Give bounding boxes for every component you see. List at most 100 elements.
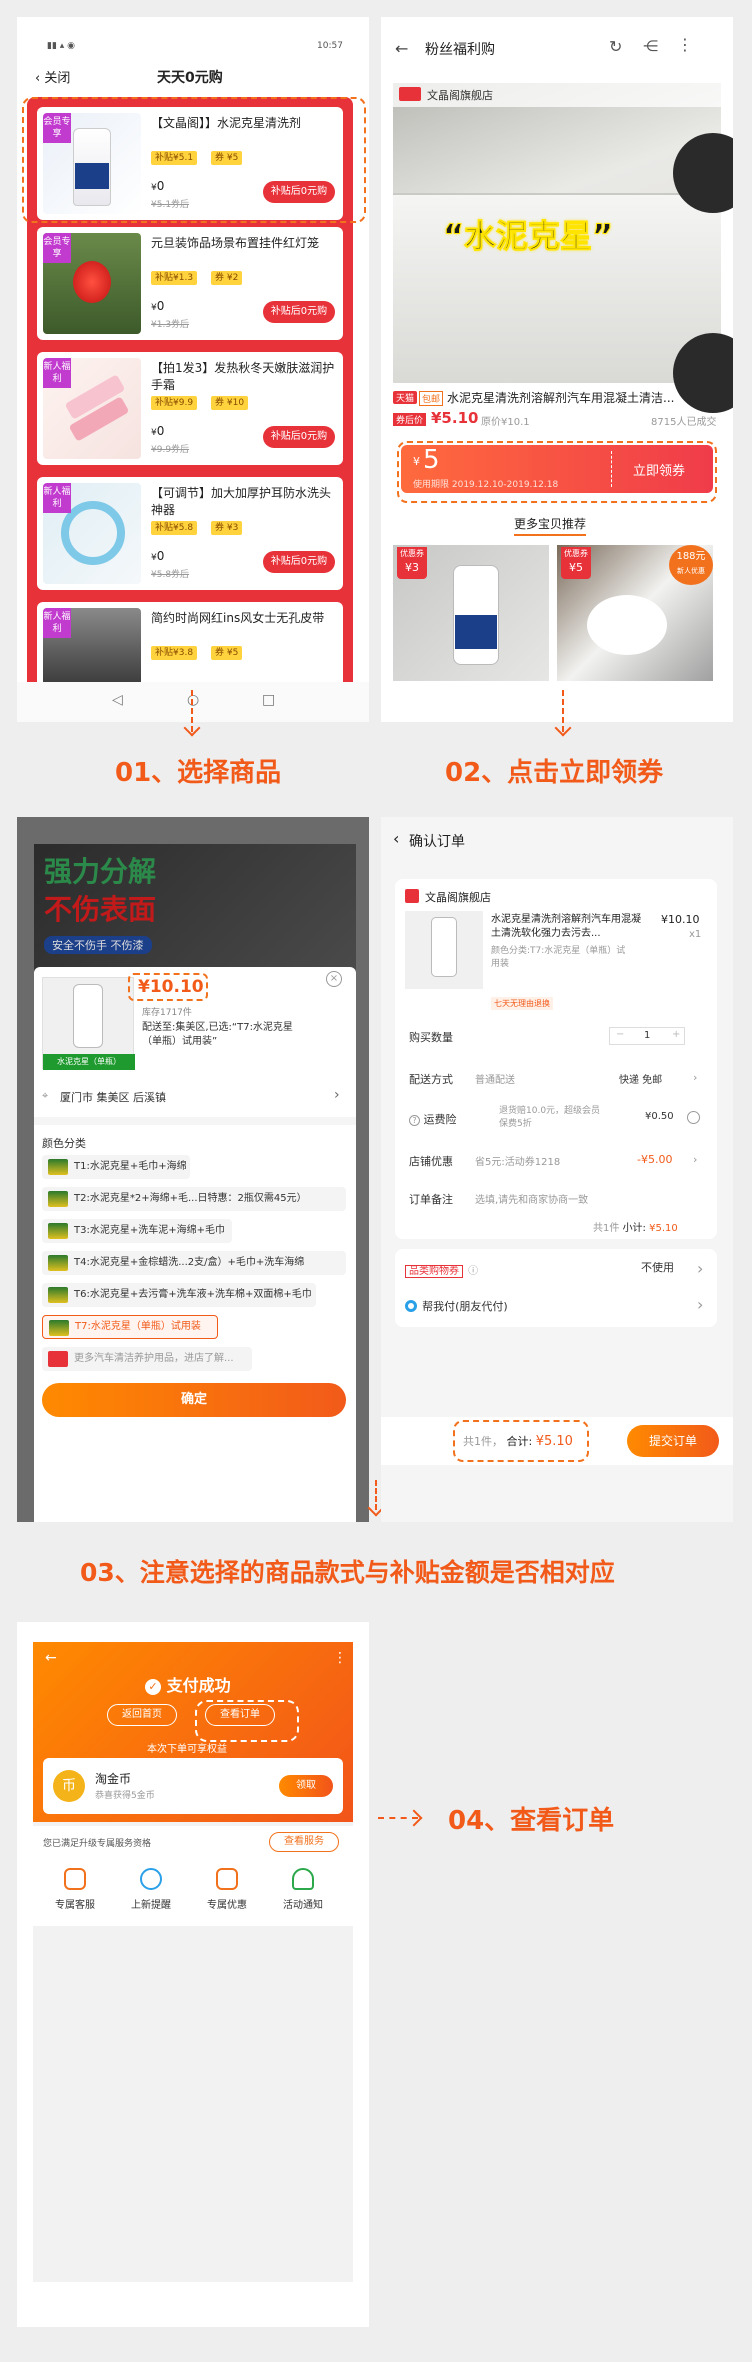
buy-button[interactable]: 补贴后0元购 <box>263 551 335 573</box>
coupon-label: 券 <box>215 273 225 283</box>
submit-order-button[interactable]: 提交订单 <box>627 1425 719 1457</box>
sku-option[interactable]: T3:水泥克星+洗车泥+海绵+毛巾 <box>42 1219 232 1243</box>
more-icon[interactable]: ⋮ <box>333 1650 347 1666</box>
discount-label: 店铺优惠 <box>409 1155 453 1168</box>
coupon-price: ¥5.10 <box>431 409 479 427</box>
buy-button[interactable]: 补贴后0元购 <box>263 301 335 323</box>
discount-price: -¥5.00 <box>637 1153 673 1166</box>
thumb-tag: 水泥克星（单瓶） <box>43 1054 135 1070</box>
shipping-value: 普通配送 <box>475 1075 515 1086</box>
step-4-label: 04、查看订单 <box>448 1806 615 1836</box>
subtotal-label: 小计: <box>622 1223 646 1234</box>
quantity-stepper[interactable]: − 1 + <box>609 1027 685 1045</box>
service-label: 专属客服 <box>55 1900 95 1911</box>
insurance-price: ¥0.50 <box>645 1111 674 1122</box>
product-card[interactable]: 新人福利 简约时尚网红ins风女士无孔皮带 补贴¥3.8 券 ¥5 <box>37 602 343 692</box>
sku-option[interactable]: T2:水泥克星*2+海绵+毛...日特惠：2瓶仅需45元） <box>42 1187 346 1211</box>
claim-coin-button[interactable]: 领取 <box>279 1775 333 1797</box>
section-label: 颜色分类 <box>42 1137 86 1150</box>
back-arrow-icon[interactable]: ← <box>45 1650 57 1666</box>
note-input[interactable]: 选填,请先和商家协商一致 <box>475 1191 588 1206</box>
chevron-right-icon: › <box>697 1259 704 1278</box>
panel-confirm-order: ‹ 确认订单 文晶阁旗舰店 水泥克星清洗剂溶解剂汽车用混凝土清洗软化强力去污去.… <box>381 817 733 1522</box>
buy-button[interactable]: 补贴后0元购 <box>263 426 335 448</box>
nav-recent-icon[interactable]: □ <box>262 692 275 708</box>
sku-sheet: 水泥克星（单瓶） ¥10.10 库存1717件 配送至:集美区,已选:“T7:水… <box>34 967 356 1522</box>
recommend-item[interactable]: 优惠券 ¥5 188元 新人优惠 <box>557 545 713 681</box>
insurance-row[interactable]: ? 运费险 退货赔10.0元，超级会员保费5折 ¥0.50 <box>409 1106 709 1129</box>
note-row[interactable]: 订单备注 选填,请先和商家协商一致 <box>409 1191 709 1207</box>
sku-option[interactable]: 更多汽车清洁养护用品，进店了解... <box>42 1347 252 1371</box>
banner-tag: 安全不伤手 不伤漆 <box>44 936 152 954</box>
sku-price: ¥10.10 <box>138 977 204 997</box>
product-image: 会员专享 <box>43 233 141 334</box>
coin-card[interactable]: 币 淘金币 恭喜获得5金币 领取 <box>43 1758 343 1814</box>
radio-icon[interactable] <box>687 1111 700 1124</box>
price-value: 0 <box>156 299 165 313</box>
back-label: 关闭 <box>44 71 71 86</box>
discount-row[interactable]: 店铺优惠 省5元:活动券1218 -¥5.00 › <box>409 1153 709 1169</box>
close-icon[interactable]: × <box>326 971 342 987</box>
share-icon[interactable]: ⋲ <box>643 37 658 55</box>
page-title: 确认订单 <box>409 834 465 850</box>
product-card[interactable]: 新人福利 【可调节】加大加厚护耳防水洗头神器 补贴¥5.8 券 ¥3 ¥0 ¥5… <box>37 477 343 590</box>
coupon-badge-value: ¥3 <box>405 561 419 574</box>
ship-note: 配送至:集美区,已选:“T7:水泥克星（单瓶）试用装” <box>142 1022 293 1047</box>
sku-option-label: 更多汽车清洁养护用品，进店了解... <box>74 1353 234 1364</box>
service-item[interactable]: 上新提醒 <box>121 1868 181 1911</box>
confirm-button[interactable]: 确定 <box>42 1383 346 1417</box>
foam-shape <box>587 595 667 655</box>
plus-icon[interactable]: + <box>672 1029 680 1040</box>
sku-option-icon <box>48 1255 68 1271</box>
service-item[interactable]: 活动通知 <box>273 1868 333 1911</box>
product-card[interactable]: 会员专享 元旦装饰品场景布置挂件红灯笼 补贴¥1.3 券 ¥2 ¥0 ¥1.3券… <box>37 227 343 340</box>
friend-pay-row[interactable]: 帮我付(朋友代付) › <box>405 1295 707 1314</box>
location-pin-icon: ⌖ <box>42 1089 49 1102</box>
sku-option[interactable]: T1:水泥克星+毛巾+海绵 <box>42 1155 190 1179</box>
service-label: 专属优惠 <box>207 1900 247 1911</box>
sku-option[interactable]: T6:水泥克星+去污膏+洗车液+洗车棉+双面棉+毛巾 <box>42 1283 316 1307</box>
product-banner: 文晶阁旗舰店 “水泥克星” <box>393 83 733 413</box>
refresh-icon[interactable]: ↻ <box>609 37 622 56</box>
sku-thumbnail: 水泥克星（单瓶） <box>42 977 135 1070</box>
chat-icon <box>64 1868 86 1890</box>
product-card[interactable]: 新人福利 【拍1发3】发热秋冬天嫩肤滋润护手霜 补贴¥9.9 券 ¥10 ¥0 … <box>37 352 343 465</box>
more-icon[interactable]: ⋮ <box>677 35 693 54</box>
price: ¥0 <box>151 424 165 438</box>
service-item[interactable]: 专属优惠 <box>197 1868 257 1911</box>
product-banner: 强力分解 不伤表面 安全不伤手 不伤漆 <box>34 844 356 972</box>
product-image: 新人福利 <box>43 358 141 459</box>
voucher-row[interactable]: 品类购物券 ⓘ 不使用 › <box>405 1259 707 1278</box>
voucher-value: 不使用 <box>641 1261 674 1274</box>
shipping-right: 快递 免邮 <box>619 1075 663 1086</box>
sku-option-selected[interactable]: T7:水泥克星（单瓶）试用装 <box>42 1315 218 1339</box>
panel-get-coupon: ← 粉丝福利购 ↻ ⋲ ⋮ 文晶阁旗舰店 “水泥克星” 天猫 包邮 水泥克星清洗… <box>381 17 733 722</box>
service-item[interactable]: 专属客服 <box>45 1868 105 1911</box>
coupon-badge-label: 优惠券 <box>564 549 588 558</box>
nav-back-icon[interactable]: ◁ <box>112 692 123 708</box>
product-image: 新人福利 <box>43 608 141 686</box>
new-user-badge: 188元 新人优惠 <box>669 545 713 585</box>
back-arrow-icon[interactable]: ← <box>395 39 408 58</box>
sku-option[interactable]: T4:水泥克星+金棕蜡洗...2支/盒）+毛巾+洗车海绵 <box>42 1251 346 1275</box>
friend-pay-radio-icon[interactable] <box>405 1299 417 1312</box>
product-title: 元旦装饰品场景布置挂件红灯笼 <box>151 236 320 250</box>
banner-headline: 强力分解 <box>44 855 157 888</box>
home-button[interactable]: 返回首页 <box>107 1704 177 1726</box>
coupon-value: ¥10 <box>226 398 245 408</box>
back-button[interactable]: ‹ 关闭 <box>35 67 70 86</box>
view-service-button[interactable]: 查看服务 <box>269 1832 339 1852</box>
refund-tag: 七天无理由退换 <box>491 997 553 1010</box>
benefit-label: 本次下单可享权益 <box>147 1744 227 1755</box>
shipping-label: 配送方式 <box>409 1073 453 1086</box>
shop-name: 文晶阁旗舰店 <box>425 891 491 904</box>
coupon-label: 券 <box>215 648 225 658</box>
recommend-item[interactable]: 优惠券 ¥3 <box>393 545 549 681</box>
location[interactable]: 厦门市 集美区 后溪镇 <box>60 1089 166 1105</box>
minus-icon[interactable]: − <box>616 1029 624 1040</box>
shipping-row[interactable]: 配送方式 普通配送 快递 免邮 › <box>409 1071 709 1087</box>
nav-home-icon[interactable]: ○ <box>187 692 199 708</box>
back-arrow-icon[interactable]: ‹ <box>393 829 399 848</box>
header: ‹ 确认订单 <box>381 817 733 861</box>
arrow-right-icon <box>405 1809 423 1827</box>
